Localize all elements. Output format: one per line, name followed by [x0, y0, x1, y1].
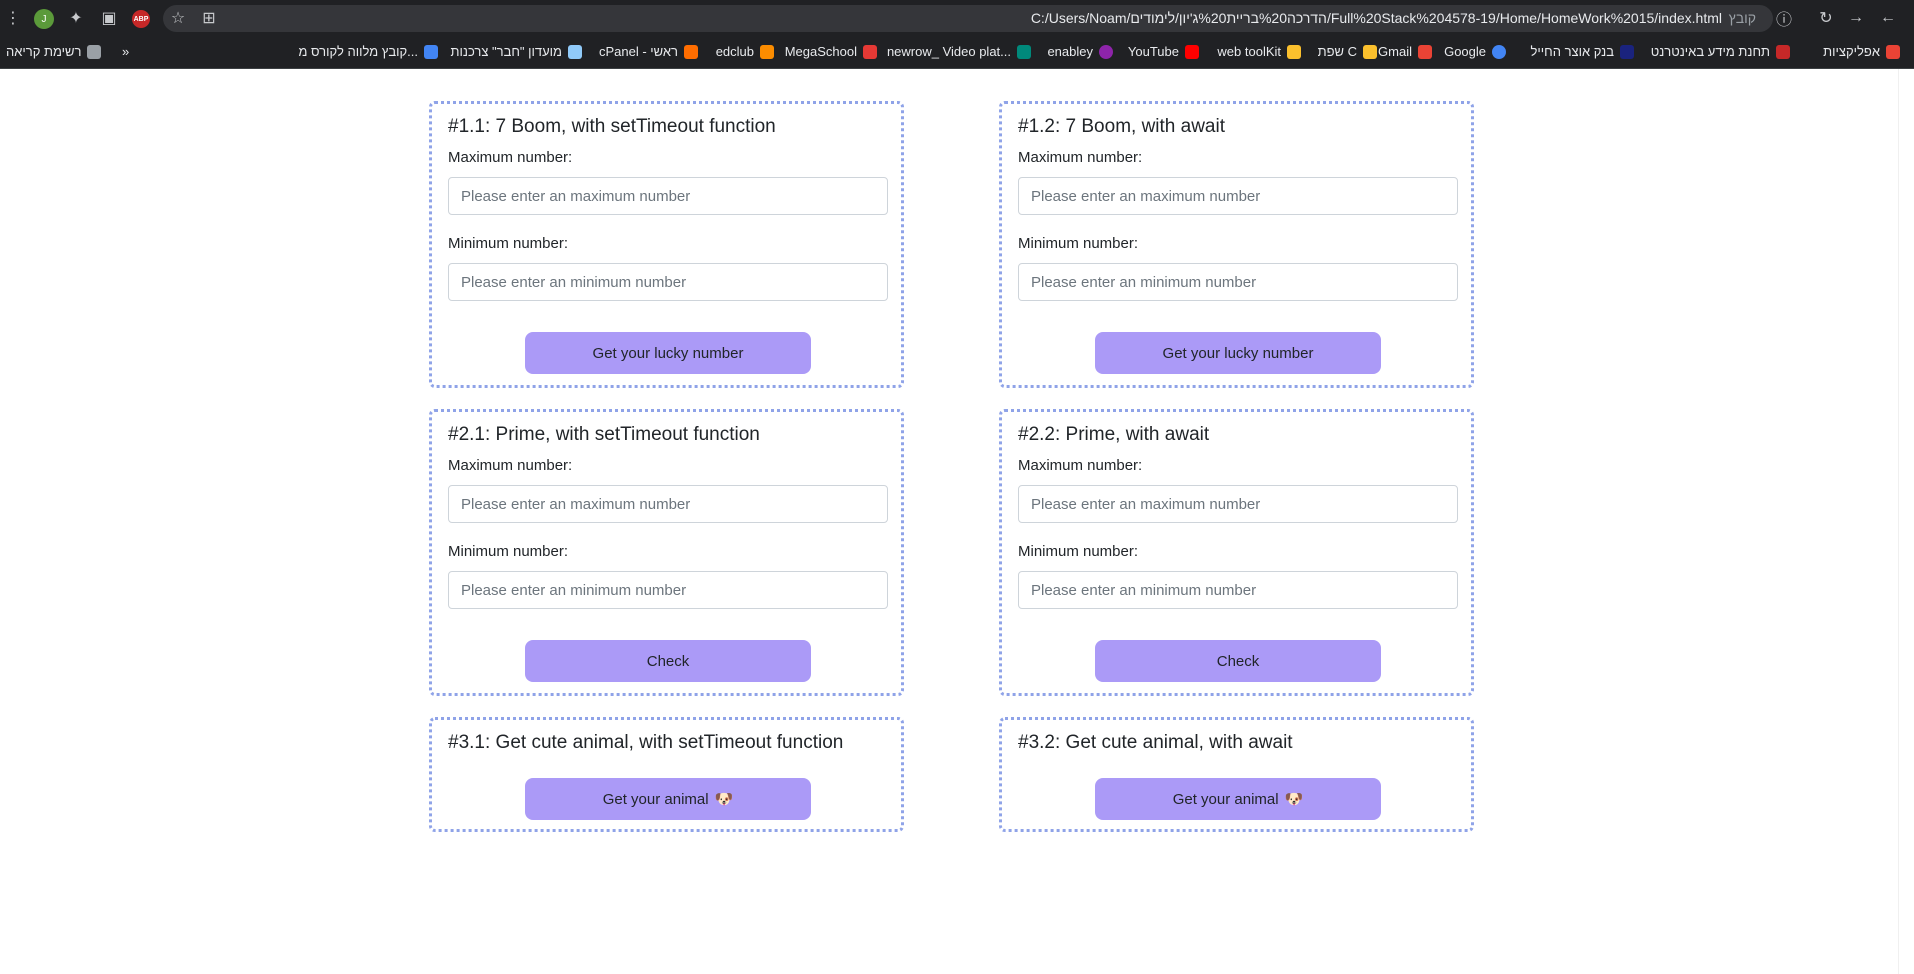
min-number-input[interactable]: [448, 263, 888, 301]
url-text[interactable]: C:/Users/Noam/הדרכה%20בריית%20ג'יון/לימו…: [1031, 10, 1722, 26]
enabley-icon: [1099, 44, 1113, 59]
reading-list-button[interactable]: רשימת קריאה: [6, 44, 102, 59]
card-title: #3.2: Get cute animal, with await: [1018, 732, 1293, 753]
max-number-input[interactable]: [448, 177, 888, 215]
bookmark-star-icon[interactable]: ☆: [167, 7, 189, 29]
bookmark-item[interactable]: מועדון "חבר" צרכנות: [451, 44, 582, 59]
file-label: קובץ: [1728, 10, 1756, 26]
bookmark-item[interactable]: אפליקציות: [1823, 44, 1900, 59]
min-number-input[interactable]: [448, 571, 888, 609]
dog-icon: 🐶: [1284, 791, 1304, 808]
dog-icon: 🐶: [714, 791, 734, 808]
bookmark-icon: [1776, 44, 1790, 59]
button-label: Get your animal: [1172, 790, 1279, 808]
bookmark-item[interactable]: web toolKit: [1217, 44, 1301, 59]
max-label: Maximum number:: [1018, 149, 1143, 166]
min-label: Minimum number:: [1018, 235, 1139, 252]
back-icon[interactable]: ←: [1877, 7, 1899, 29]
get-animal-button[interactable]: Get your animal 🐶: [525, 778, 811, 820]
megaschool-icon: [863, 44, 877, 59]
cpanel-icon: [684, 44, 698, 59]
card-title: #1.1: 7 Boom, with setTimeout function: [448, 116, 776, 137]
bookmark-icon: [1620, 44, 1634, 59]
reading-mode-icon[interactable]: ⊞: [198, 7, 220, 29]
min-number-input[interactable]: [1018, 571, 1458, 609]
button-label: Get your animal: [602, 790, 709, 808]
bookmark-item[interactable]: newrow_ Video plat...: [887, 44, 1031, 59]
card-prime-settimeout: #2.1: Prime, with setTimeout function Ma…: [429, 409, 904, 696]
folder-icon: [1287, 44, 1301, 59]
card-animal-settimeout: #3.1: Get cute animal, with setTimeout f…: [429, 717, 904, 832]
edclub-icon: [760, 44, 774, 59]
check-button[interactable]: Check: [1095, 640, 1381, 682]
bookmark-item[interactable]: קובץ מלווה לקורס מ...: [298, 44, 438, 59]
browser-toolbar: ⋮ J ✦ ▣ ABP ☆ ⊞ C:/Users/Noam/הדרכה%20בר…: [0, 0, 1914, 36]
page-content: #1.1: 7 Boom, with setTimeout function M…: [0, 69, 1898, 974]
max-label: Maximum number:: [448, 149, 573, 166]
more-bookmarks-button[interactable]: »: [122, 44, 129, 59]
min-label: Minimum number:: [448, 543, 569, 560]
max-label: Maximum number:: [448, 457, 573, 474]
bookmark-item[interactable]: תחנת מידע באינטרנט: [1651, 44, 1790, 59]
reload-icon[interactable]: ↻: [1815, 7, 1837, 29]
bookmark-item[interactable]: cPanel - ראשי: [599, 44, 698, 59]
newrow-icon: [1017, 44, 1031, 59]
bookmark-item[interactable]: YouTube: [1128, 44, 1199, 59]
adblock-icon[interactable]: ABP: [132, 10, 150, 28]
bookmark-item[interactable]: edclub: [716, 44, 774, 59]
lucky-number-button[interactable]: Get your lucky number: [1095, 332, 1381, 374]
google-icon: [1492, 44, 1506, 59]
card-title: #2.1: Prime, with setTimeout function: [448, 424, 760, 445]
youtube-icon: [1185, 44, 1199, 59]
apps-icon: [1886, 44, 1900, 59]
site-info-icon[interactable]: ⓘ: [1773, 7, 1795, 29]
extension-icon[interactable]: ▣: [98, 7, 120, 29]
card-title: #2.2: Prime, with await: [1018, 424, 1210, 445]
max-label: Maximum number:: [1018, 457, 1143, 474]
reading-list-icon: [87, 44, 102, 59]
profile-avatar[interactable]: J: [34, 9, 54, 29]
card-7boom-settimeout: #1.1: 7 Boom, with setTimeout function M…: [429, 101, 904, 388]
card-7boom-await: #1.2: 7 Boom, with await Maximum number:…: [999, 101, 1474, 388]
vertical-scrollbar[interactable]: [1898, 69, 1914, 974]
folder-icon: [1363, 44, 1377, 59]
bookmark-icon: [568, 44, 582, 59]
bookmark-item[interactable]: MegaSchool: [785, 44, 877, 59]
card-title: #3.1: Get cute animal, with setTimeout f…: [448, 732, 844, 753]
max-number-input[interactable]: [448, 485, 888, 523]
check-button[interactable]: Check: [525, 640, 811, 682]
max-number-input[interactable]: [1018, 177, 1458, 215]
min-label: Minimum number:: [1018, 543, 1139, 560]
bookmarks-bar: אפליקציות תחנת מידע באינטרנט בנק אוצר הח…: [0, 36, 1914, 69]
bookmark-item[interactable]: בנק אוצר החייל: [1531, 44, 1634, 59]
lucky-number-button[interactable]: Get your lucky number: [525, 332, 811, 374]
forward-icon[interactable]: →: [1845, 7, 1867, 29]
get-animal-button[interactable]: Get your animal 🐶: [1095, 778, 1381, 820]
bookmark-item[interactable]: שפת C: [1318, 44, 1377, 59]
min-label: Minimum number:: [448, 235, 569, 252]
card-title: #1.2: 7 Boom, with await: [1018, 116, 1225, 137]
docs-icon: [424, 44, 438, 59]
min-number-input[interactable]: [1018, 263, 1458, 301]
extensions-icon[interactable]: ✦: [65, 7, 87, 29]
menu-icon[interactable]: ⋮: [2, 7, 24, 29]
bookmark-item[interactable]: Google: [1444, 44, 1506, 59]
card-animal-await: #3.2: Get cute animal, with await Get yo…: [999, 717, 1474, 832]
bookmark-item[interactable]: enabley: [1047, 44, 1113, 59]
max-number-input[interactable]: [1018, 485, 1458, 523]
bookmark-item[interactable]: Gmail: [1378, 44, 1432, 59]
gmail-icon: [1418, 44, 1432, 59]
card-prime-await: #2.2: Prime, with await Maximum number: …: [999, 409, 1474, 696]
